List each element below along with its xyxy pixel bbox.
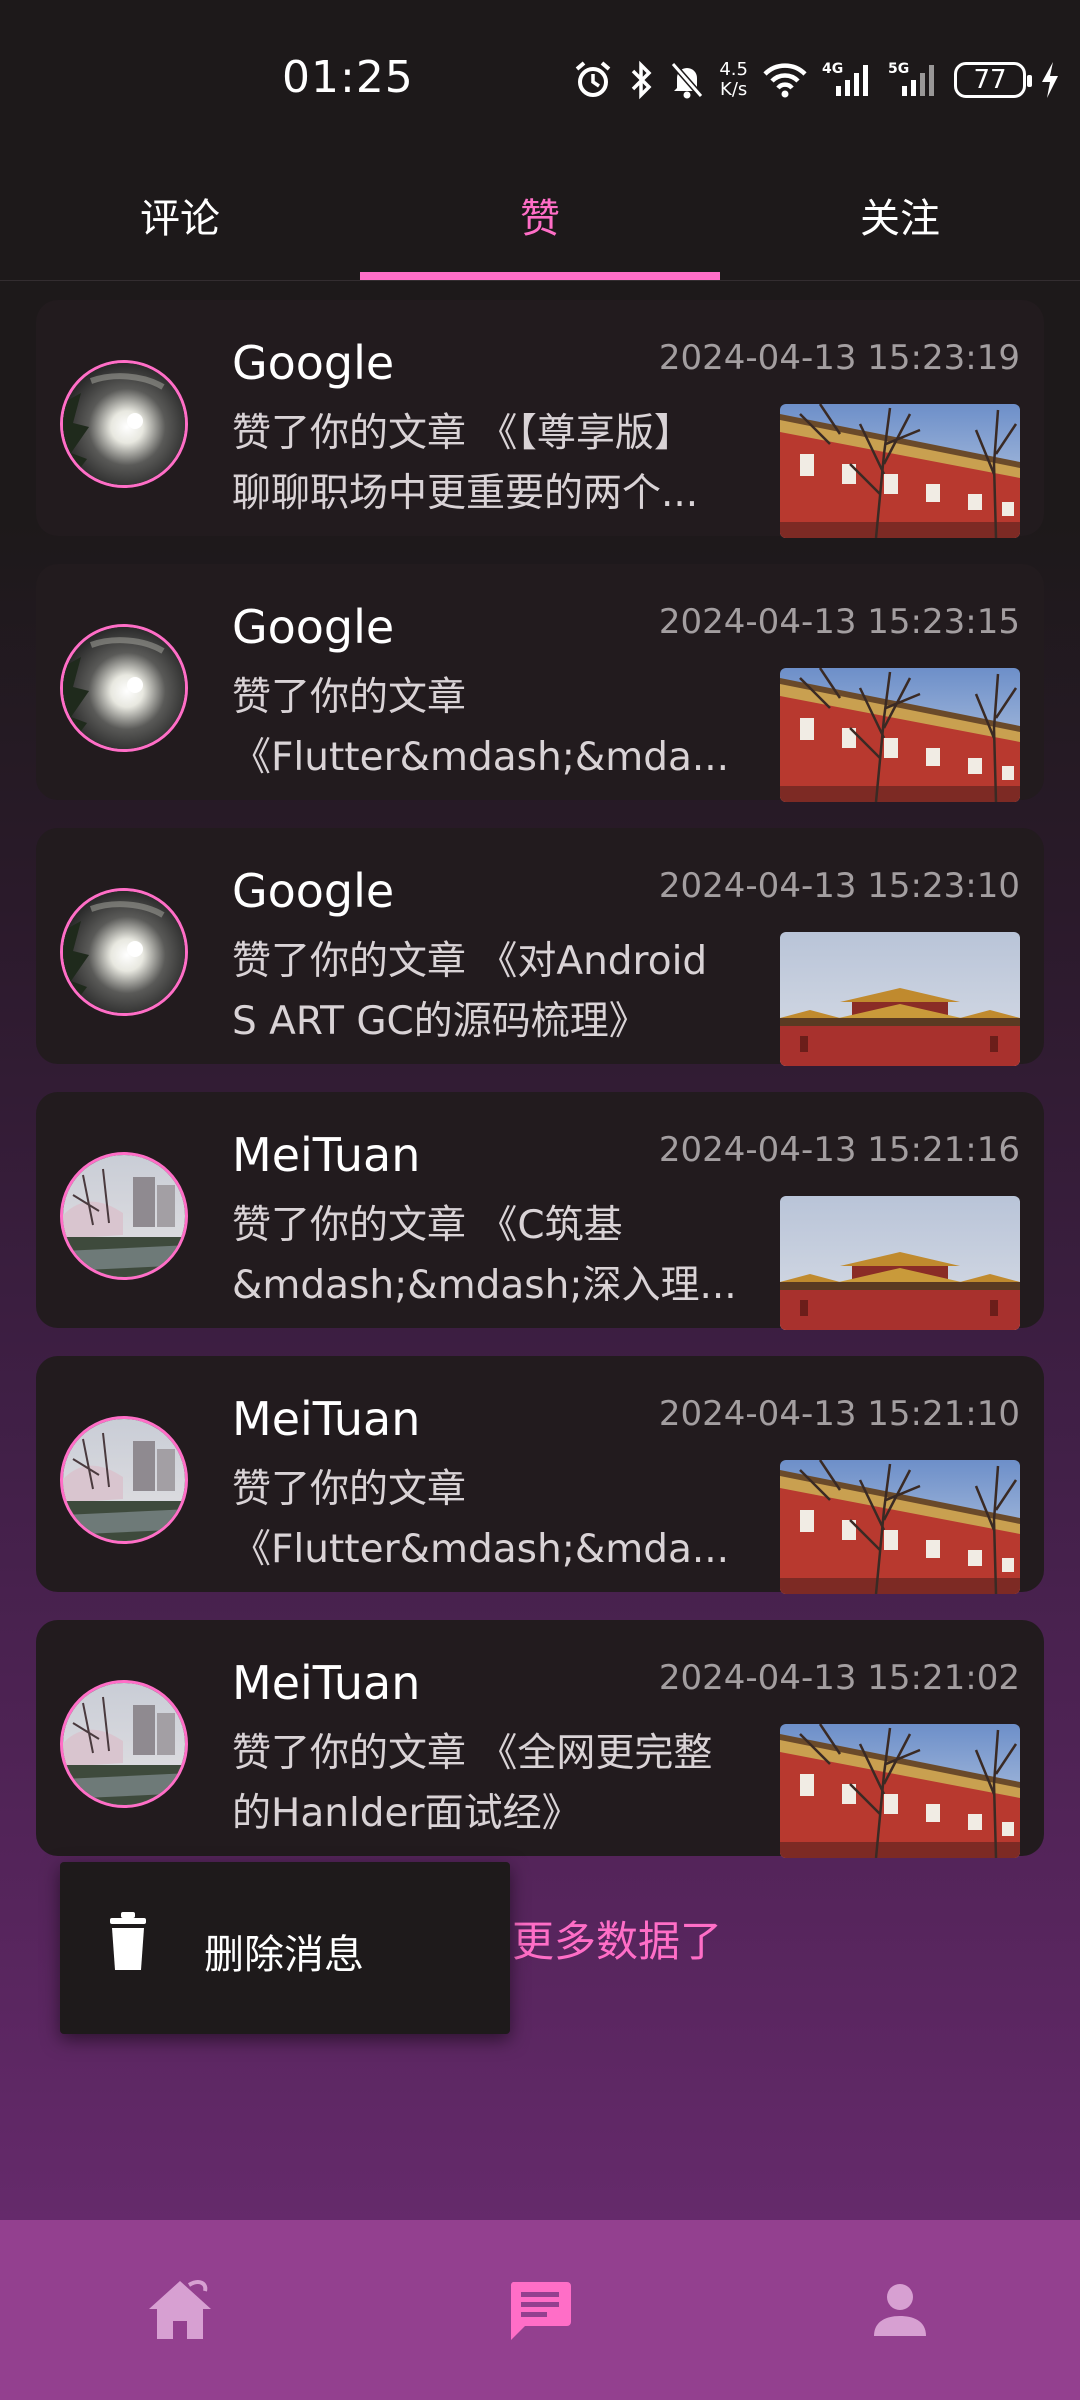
net-speed-value: 4.5	[719, 59, 748, 80]
timestamp: 2024-04-13 15:21:02	[658, 1658, 1020, 1698]
like-description: 赞了你的文章 《全网更完整 的Hanlder面试经》	[232, 1724, 772, 1844]
svg-text:5G: 5G	[888, 61, 909, 77]
like-description-line-2: 聊聊职场中更重要的两个...	[232, 471, 699, 516]
like-description-line-2: 《Flutter&mdash;&mda...	[232, 1527, 730, 1572]
user-name: Google	[232, 864, 395, 918]
timestamp: 2024-04-13 15:23:10	[658, 866, 1020, 906]
user-name: Google	[232, 600, 395, 654]
avatar[interactable]	[60, 1680, 188, 1808]
like-item[interactable]: Google 2024-04-13 15:23:10 赞了你的文章 《对Andr…	[36, 828, 1044, 1066]
nav-home[interactable]	[0, 2220, 360, 2400]
tab-likes[interactable]: 赞	[360, 150, 720, 280]
avatar[interactable]	[60, 624, 188, 752]
svg-text:4G: 4G	[822, 61, 843, 77]
like-description: 赞了你的文章 《对Android S ART GC的源码梳理》	[232, 932, 772, 1052]
article-thumbnail[interactable]	[780, 932, 1020, 1066]
like-description: 赞了你的文章 《Flutter&mdash;&mda...	[232, 1460, 772, 1580]
home-icon	[149, 2280, 211, 2339]
like-item[interactable]: MeiTuan 2024-04-13 15:21:02 赞了你的文章 《全网更完…	[36, 1620, 1044, 1858]
bluetooth-icon	[632, 60, 652, 100]
mute-icon	[671, 62, 704, 99]
like-description: 赞了你的文章 《【尊享版】 聊聊职场中更重要的两个...	[232, 404, 772, 524]
5g-signal-icon: 5G	[888, 61, 934, 96]
tab-follow[interactable]: 关注	[720, 150, 1080, 280]
nav-profile[interactable]	[720, 2220, 1080, 2400]
nav-messages[interactable]	[360, 2220, 720, 2400]
like-description-line-1: 赞了你的文章 《对Android	[232, 939, 708, 984]
like-item[interactable]: MeiTuan 2024-04-13 15:21:10 赞了你的文章 《Flut…	[36, 1356, 1044, 1594]
timestamp: 2024-04-13 15:23:19	[658, 338, 1020, 378]
4g-signal-icon: 4G	[822, 61, 868, 96]
article-thumbnail[interactable]	[780, 404, 1020, 538]
delete-message-label: 删除消息	[204, 1932, 364, 1978]
like-description-line-1: 赞了你的文章 《全网更完整	[232, 1731, 713, 1776]
tab-bar: 评论 赞 关注	[0, 150, 1080, 281]
delete-message-menu-item[interactable]: 删除消息	[60, 1862, 510, 2034]
avatar[interactable]	[60, 1152, 188, 1280]
tab-comments[interactable]: 评论	[0, 150, 360, 280]
like-description-line-1: 赞了你的文章 《【尊享版】	[232, 411, 693, 456]
status-bar: 01:25 4.5 K/s 4G 5G 77	[0, 0, 1080, 150]
user-name: MeiTuan	[232, 1128, 421, 1182]
alarm-icon	[576, 61, 611, 97]
battery-level: 77	[973, 65, 1007, 95]
status-time: 01:25	[282, 52, 414, 103]
like-description-line-2: 《Flutter&mdash;&mda...	[232, 735, 730, 780]
tab-indicator	[360, 272, 720, 280]
user-name: MeiTuan	[232, 1656, 421, 1710]
like-description-line-1: 赞了你的文章	[232, 675, 467, 720]
article-thumbnail[interactable]	[780, 1724, 1020, 1858]
like-item[interactable]: MeiTuan 2024-04-13 15:21:16 赞了你的文章 《C筑基 …	[36, 1092, 1044, 1330]
wifi-icon	[763, 63, 807, 98]
message-icon	[510, 2282, 571, 2340]
no-more-data-text: 更多数据了	[512, 1917, 723, 1966]
timestamp: 2024-04-13 15:21:16	[658, 1130, 1020, 1170]
like-description-line-1: 赞了你的文章 《C筑基	[232, 1203, 623, 1248]
battery-icon: 77	[954, 62, 1032, 98]
timestamp: 2024-04-13 15:21:10	[658, 1394, 1020, 1434]
tab-likes-label: 赞	[520, 196, 560, 242]
article-thumbnail[interactable]	[780, 668, 1020, 802]
tab-comments-label: 评论	[140, 196, 220, 242]
tab-follow-label: 关注	[860, 196, 940, 242]
like-item[interactable]: Google 2024-04-13 15:23:19 赞了你的文章 《【尊享版】…	[36, 300, 1044, 538]
like-description: 赞了你的文章 《C筑基 &mdash;&mdash;深入理...	[232, 1196, 772, 1316]
avatar[interactable]	[60, 360, 188, 488]
charging-icon	[1042, 62, 1058, 98]
person-icon	[874, 2284, 926, 2336]
trash-icon	[110, 1912, 146, 1970]
like-description-line-1: 赞了你的文章	[232, 1467, 467, 1512]
user-name: MeiTuan	[232, 1392, 421, 1446]
status-icons: 4.5 K/s 4G 5G 77	[573, 52, 1060, 108]
like-item[interactable]: Google 2024-04-13 15:23:15 赞了你的文章 《Flutt…	[36, 564, 1044, 802]
net-speed-unit: K/s	[720, 79, 748, 100]
avatar[interactable]	[60, 1416, 188, 1544]
like-description: 赞了你的文章 《Flutter&mdash;&mda...	[232, 668, 772, 788]
context-menu: 删除消息	[60, 1862, 510, 2034]
user-name: Google	[232, 336, 395, 390]
like-description-line-2: 的Hanlder面试经》	[232, 1791, 581, 1836]
like-description-line-2: S ART GC的源码梳理》	[232, 999, 648, 1044]
avatar[interactable]	[60, 888, 188, 1016]
article-thumbnail[interactable]	[780, 1196, 1020, 1330]
net-speed: 4.5 K/s	[719, 60, 748, 100]
like-description-line-2: &mdash;&mdash;深入理...	[232, 1263, 737, 1308]
timestamp: 2024-04-13 15:23:15	[658, 602, 1020, 642]
bottom-nav	[0, 2220, 1080, 2400]
article-thumbnail[interactable]	[780, 1460, 1020, 1594]
